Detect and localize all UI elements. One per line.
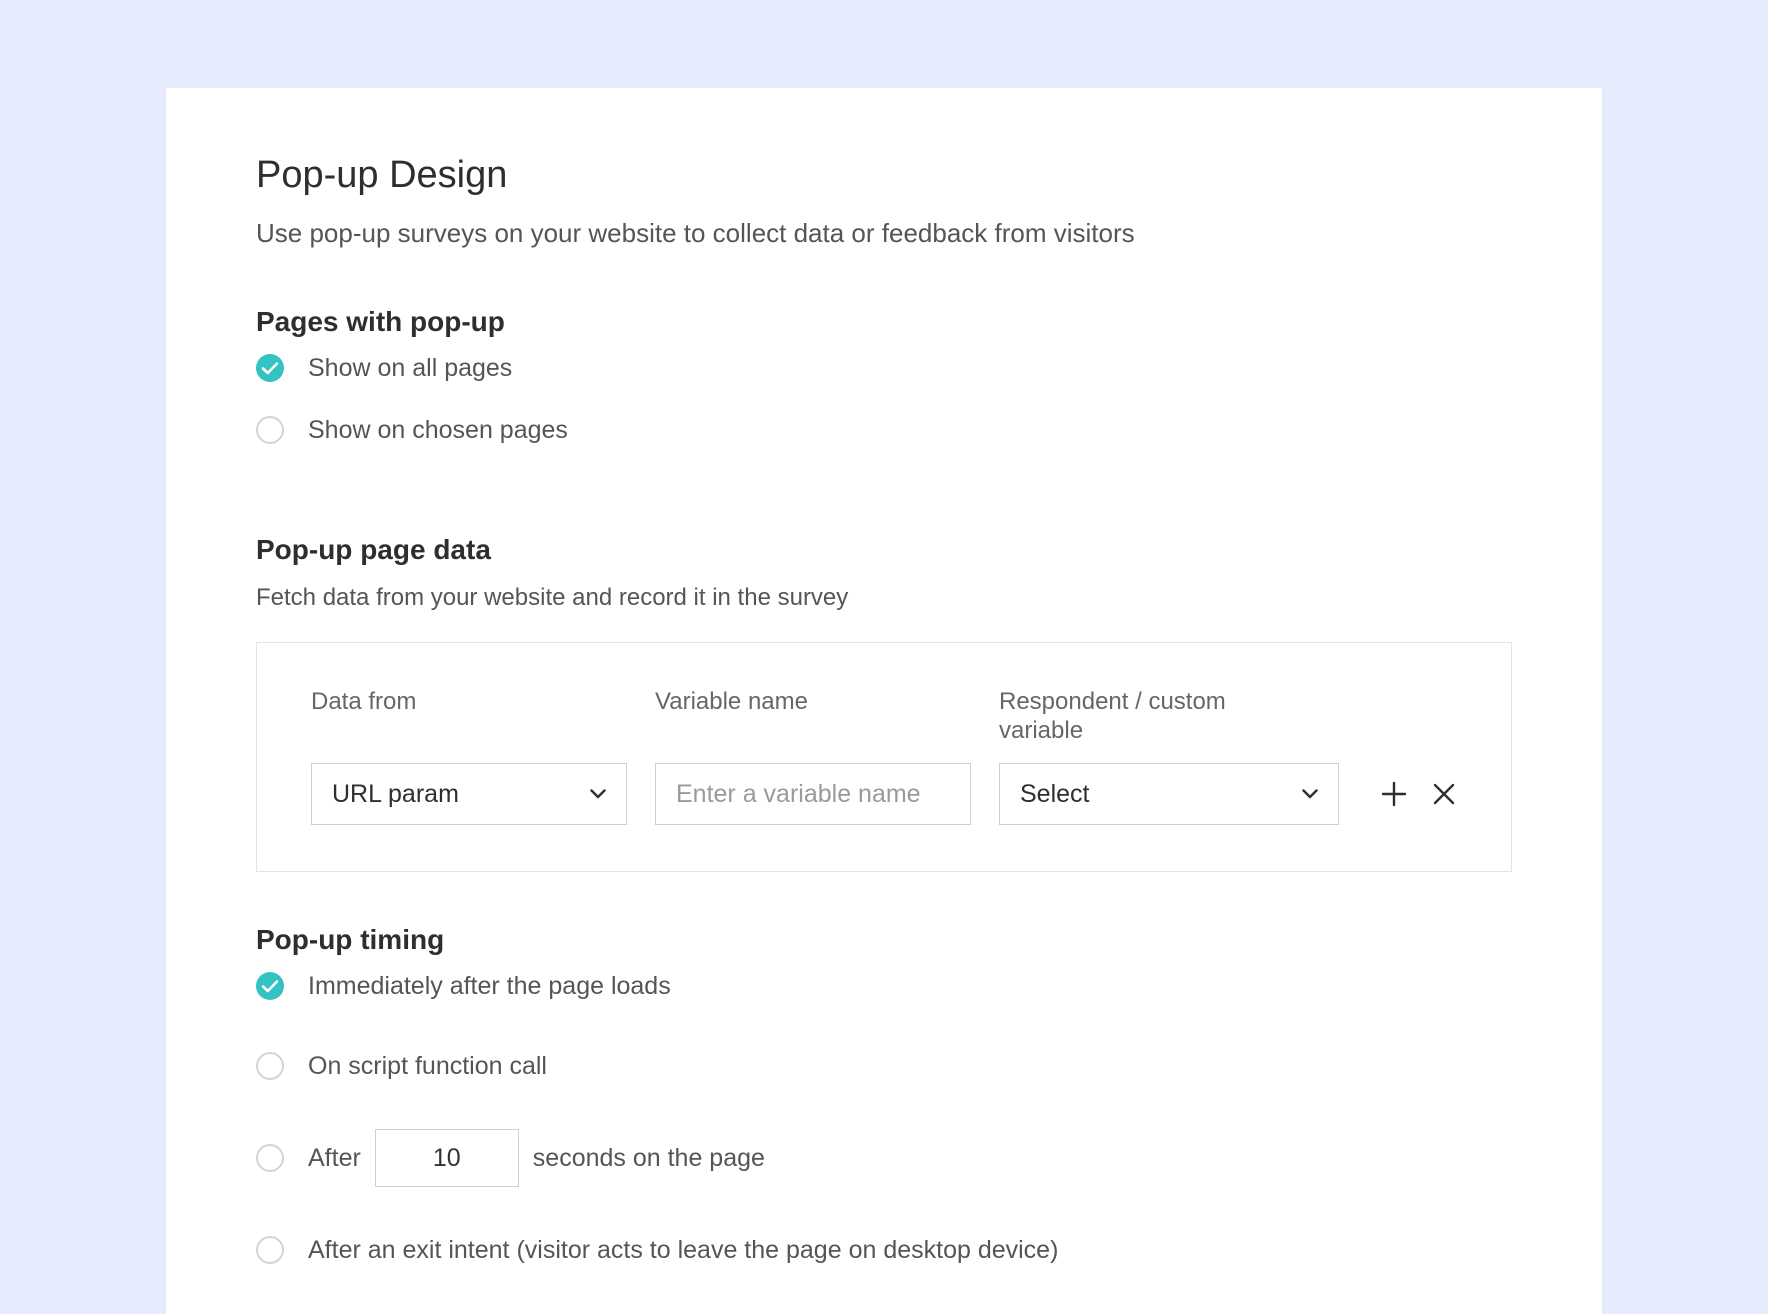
page-data-section-title: Pop-up page data xyxy=(256,534,491,565)
column-header-data-from: Data from xyxy=(311,688,417,715)
option-label: On script function call xyxy=(308,1051,547,1080)
variable-name-placeholder: Enter a variable name xyxy=(676,779,921,808)
option-after-seconds[interactable]: After 10 seconds on the page xyxy=(256,1129,765,1187)
popup-design-card: Pop-up Design Use pop-up surveys on your… xyxy=(166,88,1602,1314)
option-show-chosen-pages[interactable]: Show on chosen pages xyxy=(256,410,568,450)
option-label: Show on chosen pages xyxy=(308,415,568,444)
option-label: After an exit intent (visitor acts to le… xyxy=(308,1235,1059,1264)
page-title: Pop-up Design xyxy=(256,154,508,196)
chevron-down-icon xyxy=(1302,789,1318,799)
column-header-respondent-variable: Respondent / custom variable xyxy=(999,688,1226,744)
pages-section-title: Pages with pop-up xyxy=(256,306,505,337)
chevron-down-icon xyxy=(590,789,606,799)
plus-icon[interactable] xyxy=(1379,779,1409,809)
data-from-value: URL param xyxy=(332,779,459,808)
close-icon[interactable] xyxy=(1429,779,1459,809)
radio-unchecked-icon[interactable] xyxy=(256,1052,284,1080)
option-label-after: After xyxy=(308,1143,361,1172)
radio-unchecked-icon[interactable] xyxy=(256,416,284,444)
respondent-variable-select[interactable]: Select xyxy=(999,763,1339,825)
radio-checked-icon[interactable] xyxy=(256,972,284,1000)
column-header-variable-name: Variable name xyxy=(655,688,808,715)
radio-unchecked-icon[interactable] xyxy=(256,1236,284,1264)
timing-section-title: Pop-up timing xyxy=(256,924,445,955)
variable-name-input[interactable]: Enter a variable name xyxy=(655,763,971,825)
page-data-table: Data from Variable name Respondent / cus… xyxy=(256,642,1512,872)
option-script-call[interactable]: On script function call xyxy=(256,1046,547,1086)
seconds-input[interactable]: 10 xyxy=(374,1129,519,1187)
option-label-seconds: seconds on the page xyxy=(532,1143,765,1172)
page-data-description: Fetch data from your website and record … xyxy=(256,584,849,611)
option-exit-intent[interactable]: After an exit intent (visitor acts to le… xyxy=(256,1230,1058,1270)
option-show-all-pages[interactable]: Show on all pages xyxy=(256,348,512,388)
option-label: Immediately after the page loads xyxy=(308,971,671,1000)
data-from-select[interactable]: URL param xyxy=(311,763,627,825)
respondent-variable-value: Select xyxy=(1020,779,1090,808)
radio-checked-icon[interactable] xyxy=(256,354,284,382)
option-immediately[interactable]: Immediately after the page loads xyxy=(256,966,671,1006)
radio-unchecked-icon[interactable] xyxy=(256,1144,284,1172)
option-label: Show on all pages xyxy=(308,353,513,382)
page-subtitle: Use pop-up surveys on your website to co… xyxy=(256,218,1135,248)
